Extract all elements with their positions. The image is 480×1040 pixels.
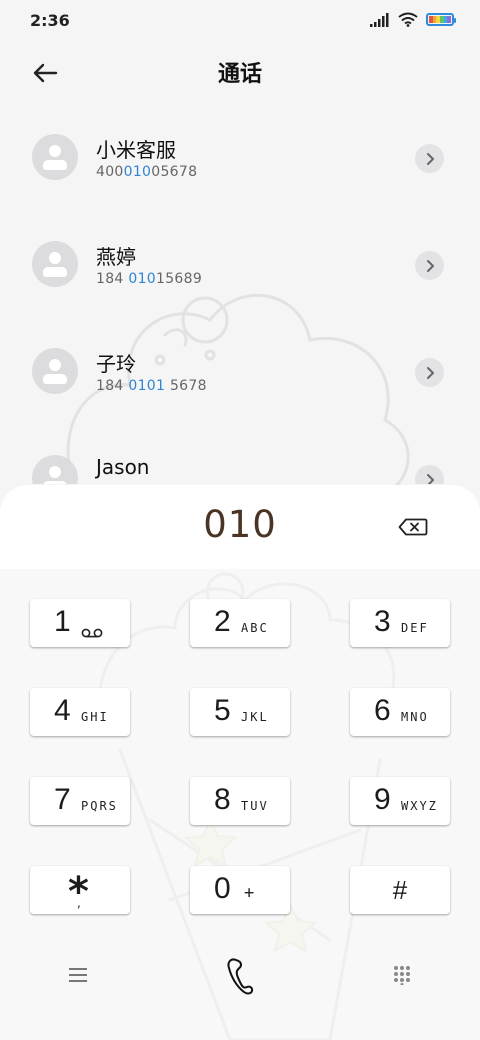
contact-name: 燕婷	[96, 245, 136, 269]
number-prefix: 400	[96, 164, 124, 180]
contact-detail-button[interactable]	[415, 144, 444, 173]
contact-item[interactable]: Jason	[0, 425, 480, 484]
page-title: 通话	[217, 62, 262, 87]
key-letters: ,	[77, 896, 81, 910]
contact-name: 子玲	[96, 352, 136, 376]
key-digit: 7	[54, 783, 71, 816]
chevron-right-icon	[426, 366, 434, 379]
key-4[interactable]: 4 GHI	[30, 688, 130, 736]
contact-name: Jason	[96, 455, 150, 479]
key-digit: 1	[54, 605, 71, 638]
battery-icon	[426, 13, 456, 26]
key-digit: 9	[374, 783, 391, 816]
key-1[interactable]: 1	[30, 599, 130, 647]
key-5[interactable]: 5 JKL	[190, 688, 290, 736]
key-0[interactable]: 0 +	[190, 866, 290, 914]
key-3[interactable]: 3 DEF	[350, 599, 450, 647]
number-match: 0101	[128, 378, 166, 394]
backspace-icon	[398, 518, 428, 536]
signal-icon	[370, 12, 389, 27]
contact-name: 小米客服	[96, 138, 176, 162]
contact-item[interactable]: 小米客服 40001005678	[0, 104, 480, 211]
key-letters: JKL	[241, 710, 269, 724]
key-7[interactable]: 7 PQRS	[30, 777, 130, 825]
key-letters: MNO	[401, 710, 429, 724]
menu-icon	[69, 968, 87, 982]
number-match: 010	[123, 164, 152, 180]
key-letters: TUV	[241, 799, 269, 813]
avatar	[32, 241, 78, 287]
number-suffix: 05678	[151, 164, 198, 180]
key-letters: PQRS	[81, 799, 118, 813]
avatar	[32, 455, 78, 484]
chevron-right-icon	[426, 473, 434, 484]
number-prefix: 184	[96, 378, 129, 394]
contact-detail-button[interactable]	[415, 465, 444, 484]
contact-detail-button[interactable]	[415, 251, 444, 280]
key-star[interactable]: *,	[30, 866, 130, 914]
avatar	[32, 134, 78, 180]
wifi-icon	[398, 12, 418, 27]
status-bar: 2:36	[0, 0, 480, 42]
key-letters: ABC	[241, 621, 269, 635]
keypad-grid-icon	[394, 966, 410, 985]
bottom-bar	[0, 940, 480, 1020]
voicemail-icon	[81, 623, 103, 642]
key-letters: DEF	[401, 621, 429, 635]
avatar	[32, 348, 78, 394]
contact-item[interactable]: 燕婷 184 01015689	[0, 211, 480, 318]
key-hash[interactable]: #	[350, 866, 450, 914]
keypad-toggle-button[interactable]	[382, 958, 422, 992]
key-9[interactable]: 9 WXYZ	[350, 777, 450, 825]
key-letters: GHI	[81, 710, 109, 724]
key-letters: WXYZ	[401, 799, 438, 813]
number-match: 010	[128, 271, 156, 287]
contact-number: 184 0101 5678	[96, 378, 207, 394]
key-8[interactable]: 8 TUV	[190, 777, 290, 825]
key-digit: 5	[214, 694, 231, 727]
phone-call-icon	[227, 958, 254, 995]
menu-button[interactable]	[58, 958, 98, 992]
dial-input-bar: 010	[0, 485, 480, 569]
key-digit: #	[392, 875, 408, 905]
battery-segment	[447, 16, 452, 23]
key-2[interactable]: 2 ABC	[190, 599, 290, 647]
key-digit: 3	[374, 605, 391, 638]
key-digit: 8	[214, 783, 231, 816]
key-digit: 4	[54, 694, 71, 727]
contact-number: 184 01015689	[96, 271, 202, 287]
key-letters: +	[244, 883, 257, 903]
app-header: 通话	[0, 42, 480, 104]
key-digit: 6	[374, 694, 391, 727]
number-prefix: 184	[96, 271, 129, 287]
chevron-right-icon	[426, 259, 434, 272]
key-digit: 2	[214, 605, 231, 638]
contact-detail-button[interactable]	[415, 358, 444, 387]
contact-number: 40001005678	[96, 164, 197, 180]
number-suffix: 5678	[165, 378, 207, 394]
call-button[interactable]	[216, 950, 264, 1002]
status-time: 2:36	[30, 11, 70, 30]
chevron-right-icon	[426, 152, 434, 165]
contact-item[interactable]: 子玲 184 0101 5678	[0, 318, 480, 425]
status-icons	[370, 12, 456, 27]
number-suffix: 15689	[156, 271, 203, 287]
delete-button[interactable]	[394, 513, 432, 541]
key-digit: 0	[214, 872, 231, 905]
key-6[interactable]: 6 MNO	[350, 688, 450, 736]
contact-suggestion-list: 小米客服 40001005678 燕婷 184 01015689 子玲 184 0101 …	[0, 104, 480, 484]
